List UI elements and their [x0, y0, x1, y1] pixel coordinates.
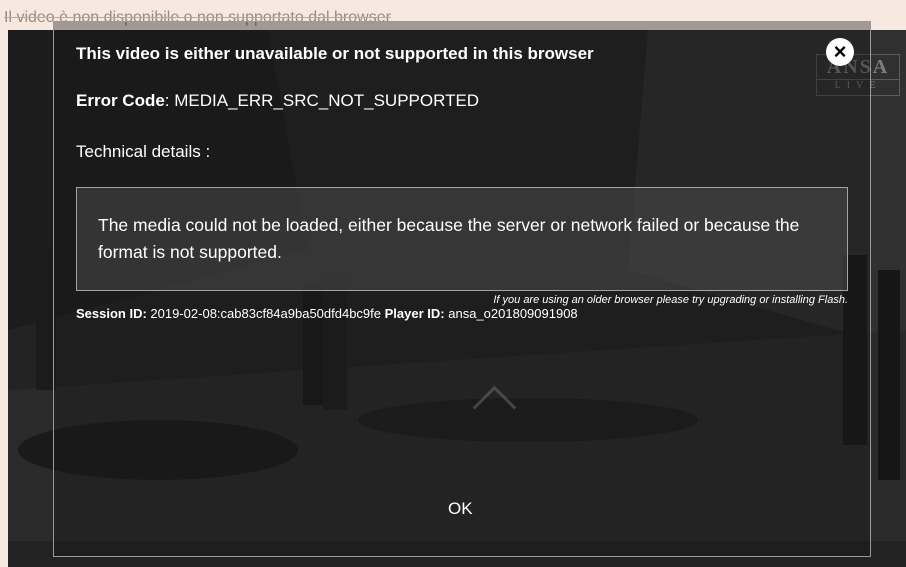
close-icon[interactable]: × [826, 38, 854, 66]
dialog-title: This video is either unavailable or not … [76, 44, 594, 63]
player-id-value: ansa_o201809091908 [448, 306, 578, 321]
error-code-value: MEDIA_ERR_SRC_NOT_SUPPORTED [174, 91, 480, 110]
session-id-value: 2019-02-08:cab83cf84a9ba50dfd4bc9fe [150, 306, 382, 321]
player-id-label: Player ID: [384, 306, 445, 321]
session-info: Session ID: 2019-02-08:cab83cf84a9ba50df… [76, 304, 596, 324]
error-code-line: Error Code: MEDIA_ERR_SRC_NOT_SUPPORTED [76, 91, 480, 110]
error-dialog: This video is either unavailable or not … [53, 21, 871, 557]
technical-details-box: The media could not be loaded, either be… [76, 187, 848, 291]
technical-details-message: The media could not be loaded, either be… [98, 215, 800, 262]
ok-button[interactable]: OK [448, 499, 473, 519]
technical-details-label: Technical details : [76, 142, 211, 161]
error-code-label: Error Code [76, 91, 165, 110]
chevron-up-icon [472, 385, 517, 430]
session-id-label: Session ID: [76, 306, 147, 321]
